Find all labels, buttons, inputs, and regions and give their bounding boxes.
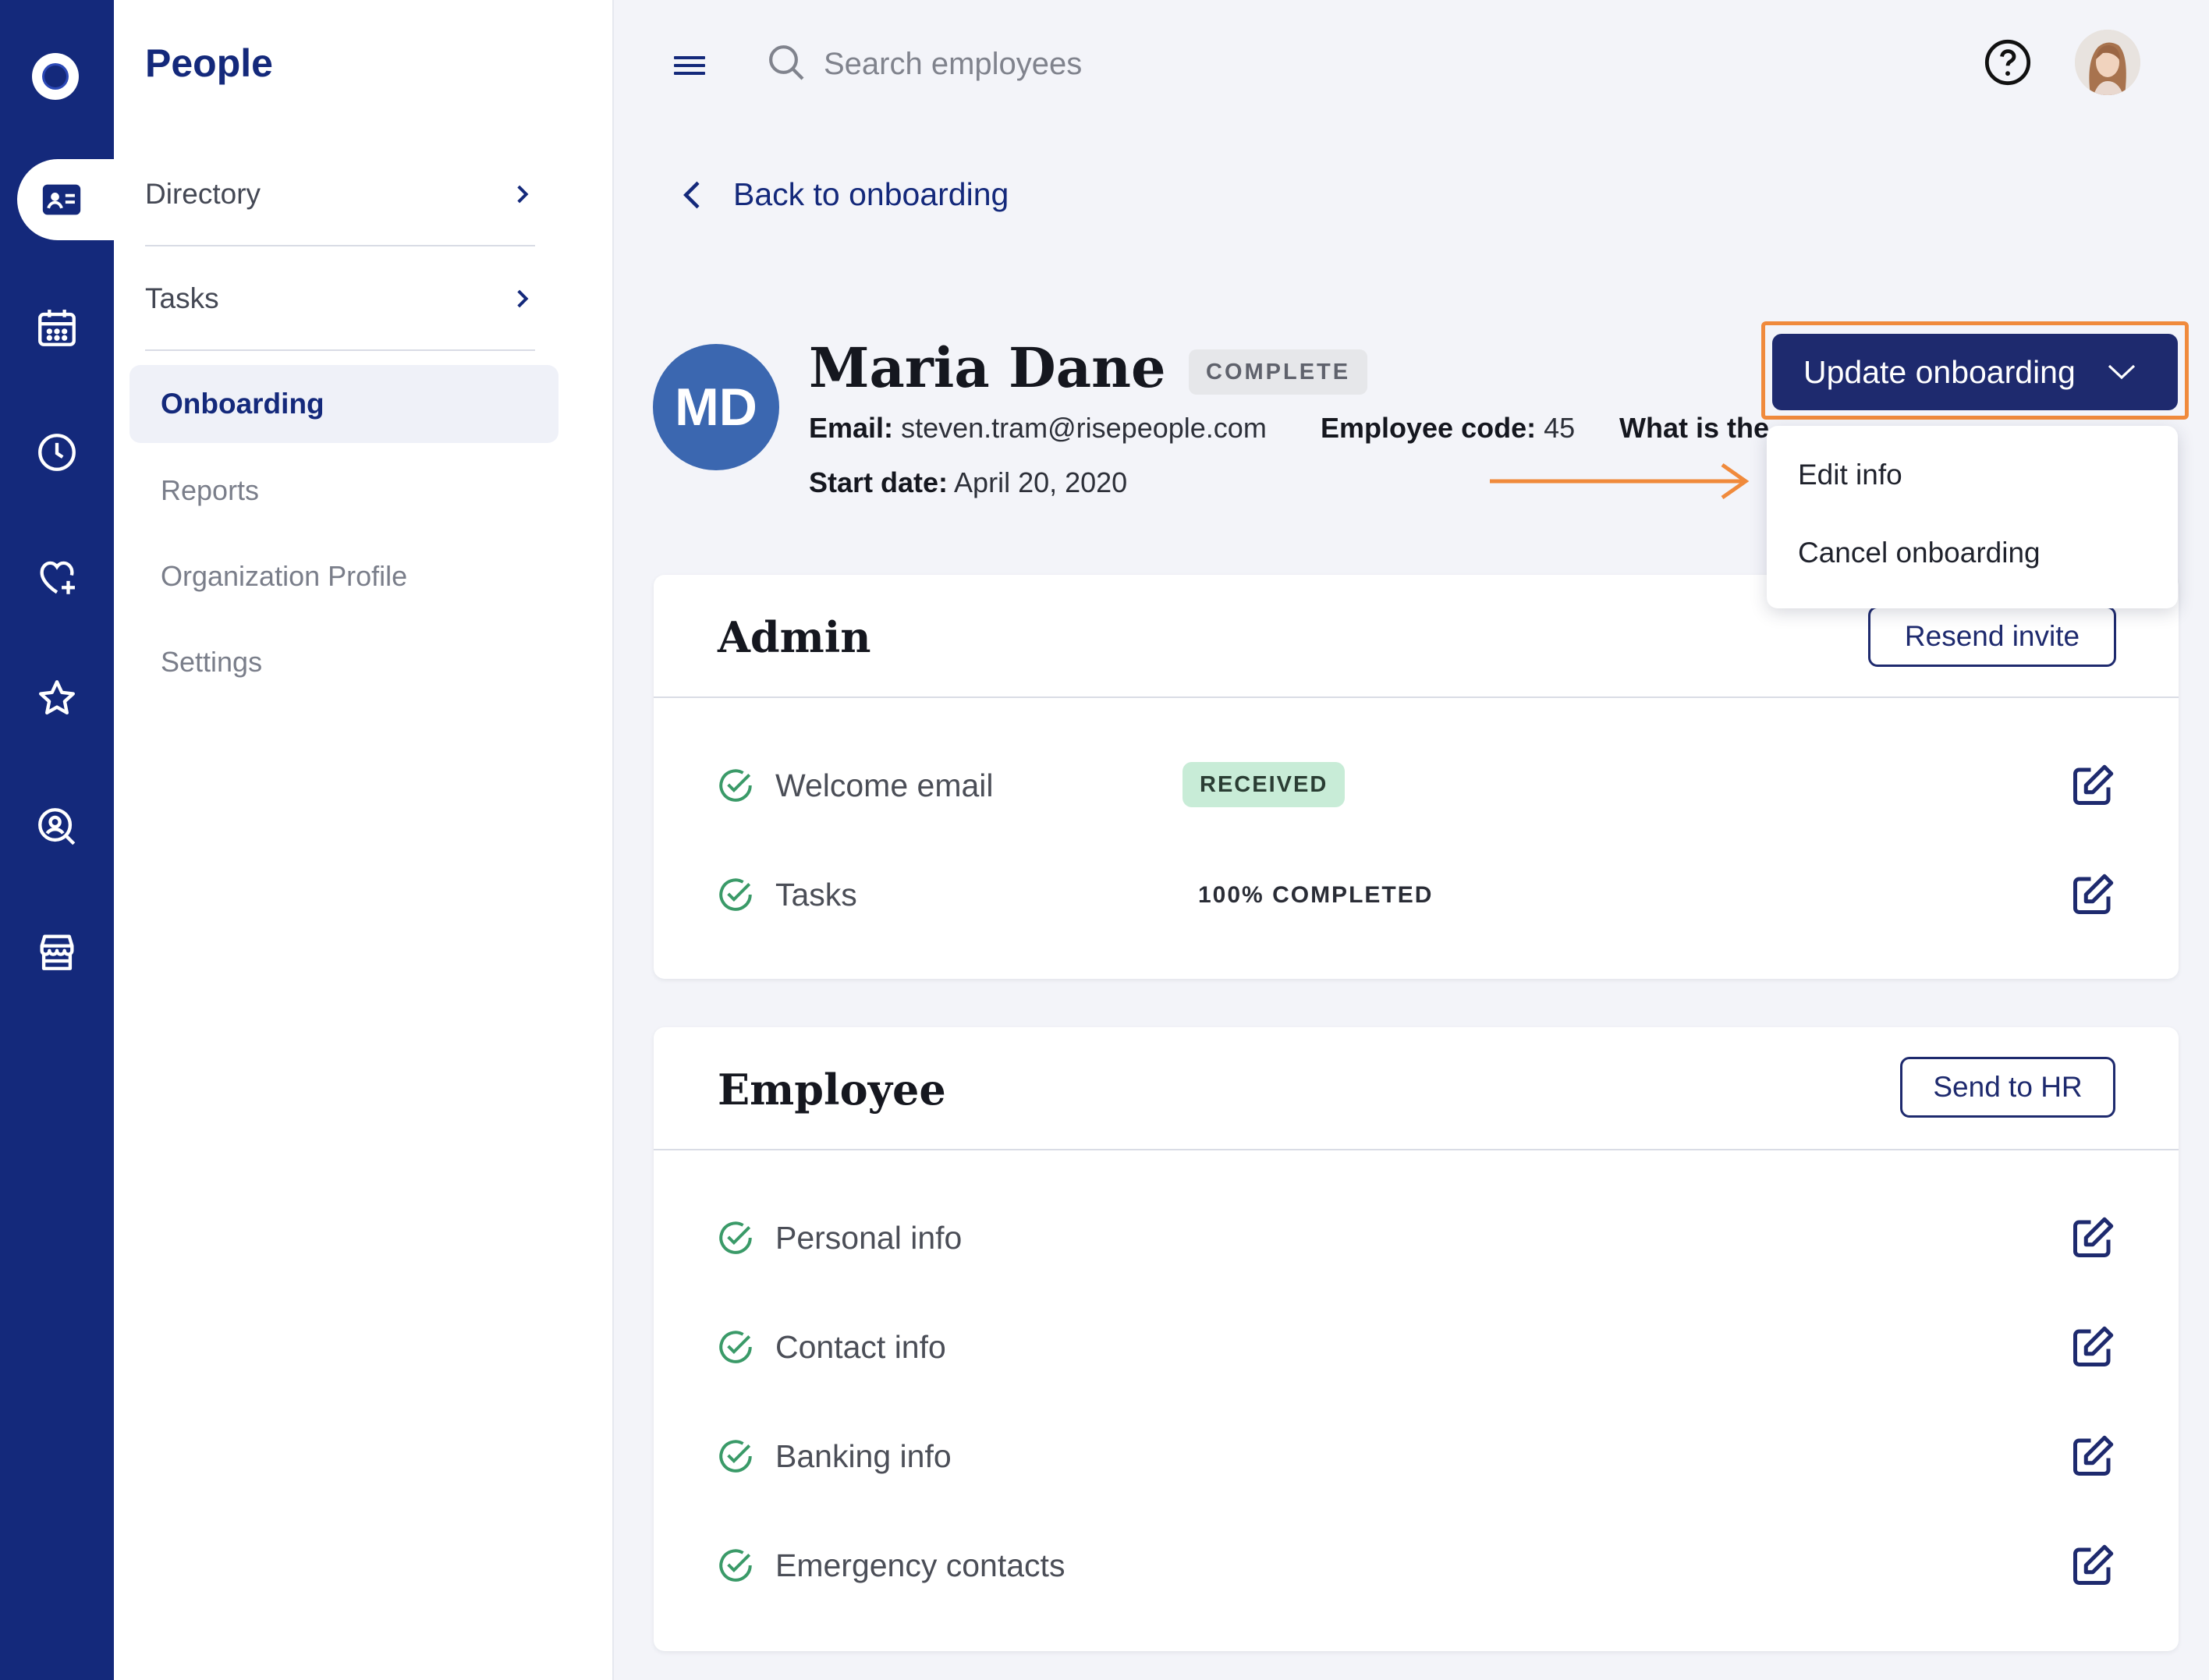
start-date-label: Start date: bbox=[809, 466, 948, 498]
admin-row-tasks: Tasks bbox=[716, 871, 857, 918]
annotation-arrow-icon bbox=[1490, 463, 1750, 500]
employee-row-contact-info: Contact info bbox=[716, 1324, 946, 1370]
star-icon[interactable] bbox=[0, 658, 114, 739]
update-onboarding-button[interactable]: Update onboarding bbox=[1772, 334, 2178, 410]
heart-plus-icon[interactable] bbox=[0, 537, 114, 618]
received-badge: RECEIVED bbox=[1183, 762, 1346, 807]
truncated-meta: What is the bbox=[1619, 412, 1772, 445]
employee-row-emergency-contacts: Emergency contacts bbox=[716, 1542, 1065, 1589]
chevron-right-icon bbox=[517, 185, 529, 204]
help-icon[interactable] bbox=[1983, 37, 2033, 87]
back-link-label: Back to onboarding bbox=[733, 176, 1009, 212]
hamburger-menu-icon[interactable] bbox=[674, 53, 705, 78]
edit-icon[interactable] bbox=[2069, 871, 2116, 918]
check-circle-icon bbox=[719, 1549, 752, 1582]
start-date-meta: Start date: April 20, 2020 bbox=[809, 466, 1127, 499]
truncated-meta-label: What is the bbox=[1619, 412, 1770, 444]
email-value: steven.tram@risepeople.com bbox=[901, 412, 1267, 444]
employee-row-personal-info: Personal info bbox=[716, 1214, 962, 1261]
card-title: Employee bbox=[718, 1065, 946, 1115]
resend-invite-button[interactable]: Resend invite bbox=[1868, 606, 2116, 667]
sidebar-item-organization-profile[interactable]: Organization Profile bbox=[161, 560, 407, 593]
chevron-left-icon bbox=[683, 181, 700, 208]
sidebar-item-settings[interactable]: Settings bbox=[161, 646, 262, 679]
start-date-value: April 20, 2020 bbox=[954, 466, 1128, 498]
sidebar-item-label: Directory bbox=[145, 178, 261, 210]
avatar[interactable] bbox=[2075, 30, 2140, 95]
check-circle-icon bbox=[719, 1331, 752, 1363]
completed-status: 100% COMPLETED bbox=[1198, 882, 1434, 908]
employee-code-label: Employee code: bbox=[1321, 412, 1537, 444]
employee-avatar: MD bbox=[653, 344, 779, 470]
edit-icon[interactable] bbox=[2069, 1433, 2116, 1480]
update-onboarding-label: Update onboarding bbox=[1803, 353, 2076, 390]
check-circle-icon bbox=[719, 1221, 752, 1254]
email-label: Email: bbox=[809, 412, 894, 444]
logo-icon[interactable] bbox=[32, 53, 79, 100]
employee-row-banking-info: Banking info bbox=[716, 1433, 952, 1480]
row-label: Banking info bbox=[775, 1437, 952, 1474]
divider bbox=[654, 696, 2179, 698]
edit-icon[interactable] bbox=[2069, 762, 2116, 809]
send-to-hr-button[interactable]: Send to HR bbox=[1900, 1057, 2115, 1118]
employee-code-value: 45 bbox=[1544, 412, 1576, 444]
sidebar-item-directory[interactable]: Directory bbox=[145, 142, 535, 246]
sidebar-item-reports[interactable]: Reports bbox=[161, 474, 259, 507]
employee-name: Maria Dane bbox=[809, 335, 1166, 400]
store-icon[interactable] bbox=[0, 911, 114, 992]
edit-icon[interactable] bbox=[2069, 1214, 2116, 1261]
clock-icon[interactable] bbox=[0, 412, 114, 493]
sidebar: People Directory Tasks Onboarding Report… bbox=[114, 0, 614, 1680]
email-meta: Email: steven.tram@risepeople.com bbox=[809, 412, 1267, 445]
row-label: Contact info bbox=[775, 1328, 946, 1365]
menu-item-cancel-onboarding[interactable]: Cancel onboarding bbox=[1798, 537, 2041, 569]
chevron-right-icon bbox=[517, 289, 529, 308]
calendar-icon[interactable] bbox=[0, 287, 114, 368]
search-icon bbox=[769, 45, 804, 80]
divider bbox=[654, 1149, 2179, 1150]
menu-item-edit-info[interactable]: Edit info bbox=[1798, 459, 1902, 491]
row-label: Personal info bbox=[775, 1219, 963, 1256]
person-search-icon[interactable] bbox=[0, 786, 114, 867]
admin-card: Admin Resend invite Welcome email RECEIV… bbox=[654, 575, 2179, 979]
employee-code-meta: Employee code: 45 bbox=[1321, 412, 1575, 445]
row-label: Tasks bbox=[775, 876, 857, 913]
edit-icon[interactable] bbox=[2069, 1324, 2116, 1370]
row-label: Emergency contacts bbox=[775, 1547, 1065, 1583]
check-circle-icon bbox=[719, 769, 752, 802]
admin-row-welcome-email: Welcome email bbox=[716, 762, 994, 809]
check-circle-icon bbox=[719, 1440, 752, 1473]
status-badge: COMPLETE bbox=[1189, 349, 1368, 395]
card-title: Admin bbox=[718, 612, 871, 662]
employee-card: Employee Send to HR Personal info Contac… bbox=[654, 1027, 2179, 1651]
directory-card-icon[interactable] bbox=[17, 159, 114, 240]
chevron-down-icon bbox=[2108, 364, 2135, 380]
back-to-onboarding-link[interactable]: Back to onboarding bbox=[679, 176, 1009, 213]
row-label: Welcome email bbox=[775, 767, 994, 803]
update-onboarding-dropdown: Edit info Cancel onboarding bbox=[1767, 426, 2178, 608]
sidebar-item-onboarding[interactable]: Onboarding bbox=[129, 365, 558, 443]
app-title: People bbox=[145, 41, 273, 85]
edit-icon[interactable] bbox=[2069, 1542, 2116, 1589]
sidebar-item-tasks[interactable]: Tasks bbox=[145, 246, 535, 351]
check-circle-icon bbox=[719, 878, 752, 911]
icon-rail bbox=[0, 0, 114, 1680]
search-input[interactable] bbox=[824, 39, 1370, 89]
sidebar-item-label: Tasks bbox=[145, 282, 219, 314]
divider bbox=[145, 349, 535, 351]
